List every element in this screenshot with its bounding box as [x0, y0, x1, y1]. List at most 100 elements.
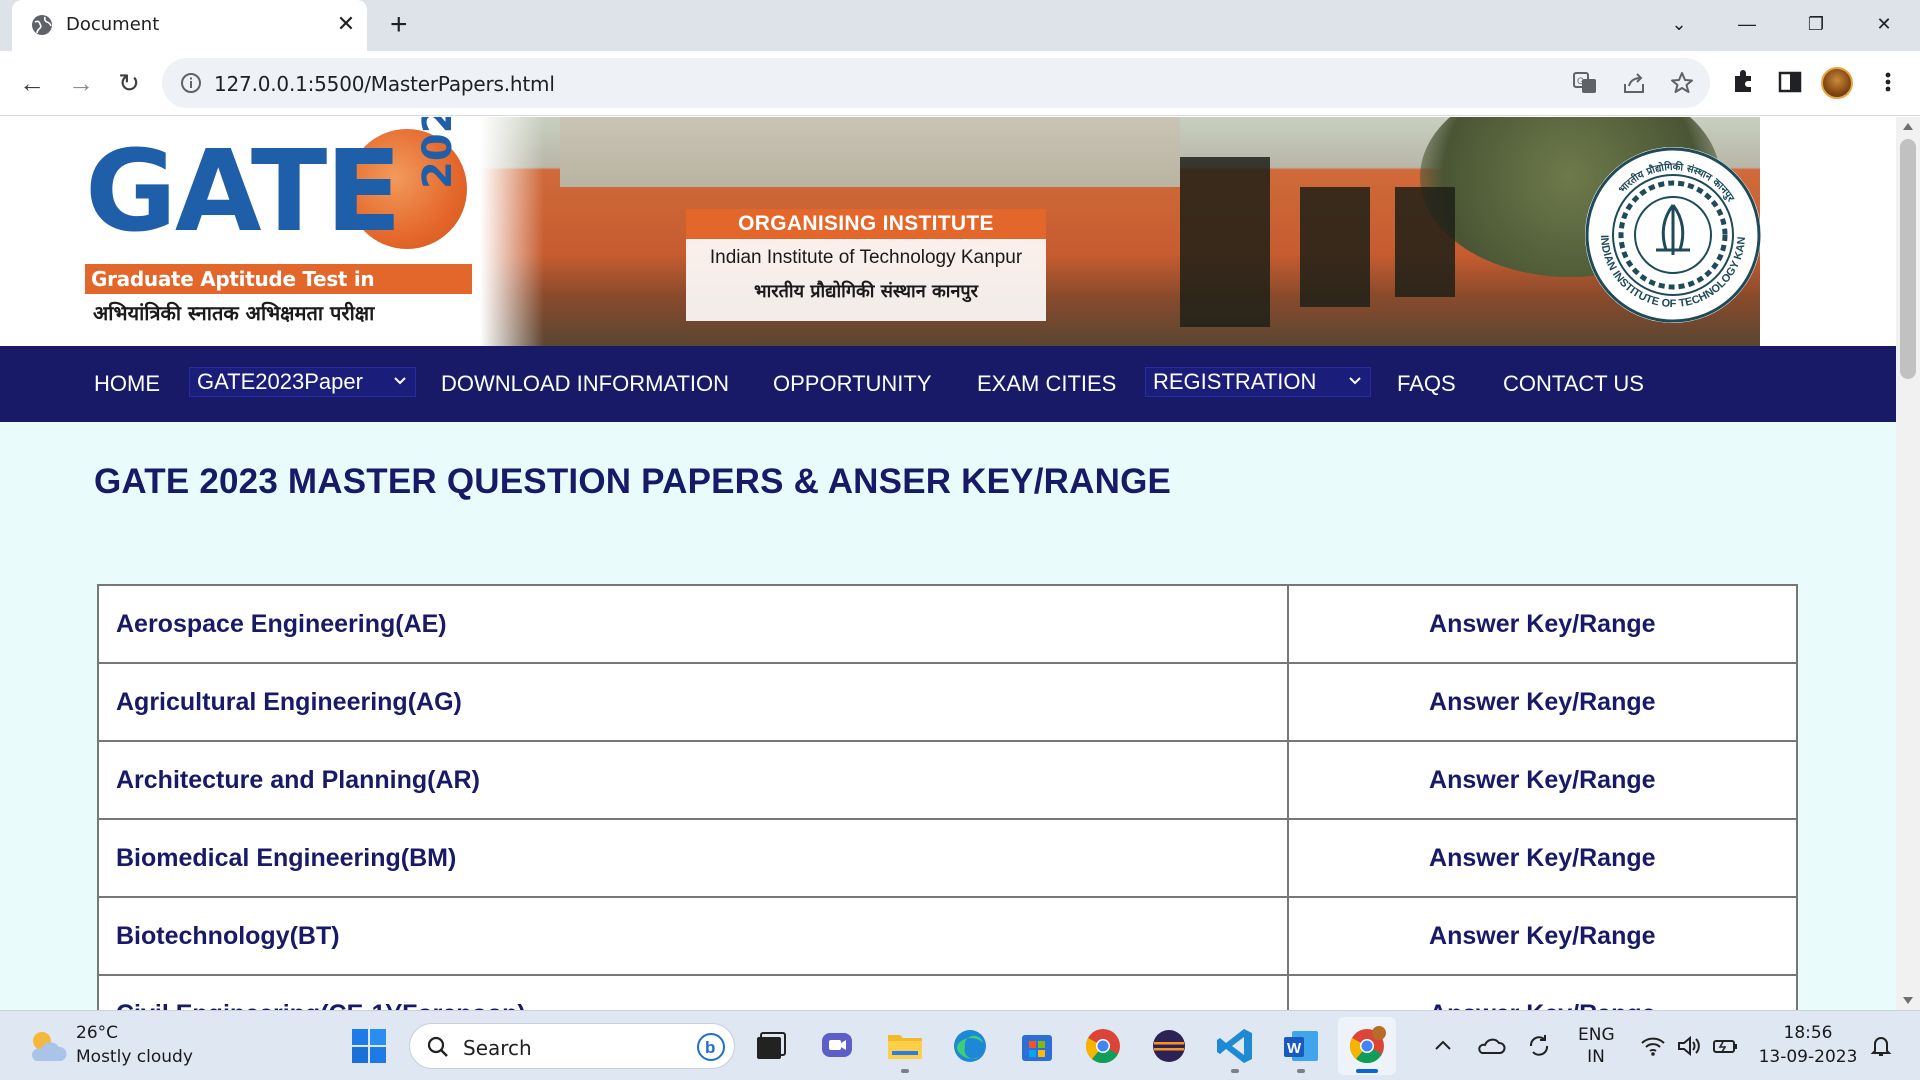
building-window: [1180, 157, 1270, 327]
profile-avatar[interactable]: [1821, 67, 1853, 99]
answer-key-cell: Answer Key/Range: [1286, 896, 1799, 976]
gate-year: 2023: [415, 117, 461, 189]
answer-key-cell: Answer Key/Range: [1286, 584, 1799, 664]
teams-chat-icon[interactable]: [816, 1025, 858, 1067]
language-indicator[interactable]: ENG: [1578, 1025, 1615, 1045]
subject-link[interactable]: Architecture and Planning(AR): [116, 766, 480, 794]
extensions-icon[interactable]: [1729, 67, 1757, 97]
battery-icon[interactable]: [1710, 1031, 1740, 1061]
chevron-up-icon[interactable]: [1428, 1031, 1458, 1061]
vscode-icon[interactable]: [1214, 1025, 1256, 1067]
answer-key-link[interactable]: Answer Key/Range: [1429, 610, 1655, 638]
tab-title: Document: [66, 14, 160, 35]
bookmark-star-icon[interactable]: [1669, 70, 1695, 96]
chrome-icon[interactable]: [1082, 1025, 1124, 1067]
answer-key-cell: Answer Key/Range: [1286, 974, 1799, 1011]
active-indicator: [1356, 1069, 1378, 1073]
weather-description: Mostly cloudy: [76, 1047, 193, 1067]
browser-tab[interactable]: Document ✕: [12, 0, 367, 51]
subject-link[interactable]: Biotechnology(BT): [116, 922, 340, 950]
windows-taskbar: 26°C Mostly cloudy Search b W ENG IN 18:…: [0, 1010, 1920, 1080]
organising-hindi-name: भारतीय प्रौद्योगिकी संस्थान कानपुर: [753, 281, 979, 302]
wifi-icon[interactable]: [1638, 1031, 1668, 1061]
building-roof: [560, 117, 1180, 187]
task-view-icon[interactable]: [749, 1025, 791, 1067]
subject-link[interactable]: Biomedical Engineering(BM): [116, 844, 456, 872]
site-info-icon[interactable]: [180, 72, 202, 94]
search-icon: [427, 1036, 448, 1057]
browser-toolbar: ← → ↻ 127.0.0.1:5500/MasterPapers.html G: [0, 51, 1920, 116]
scroll-up-arrow-icon[interactable]: [1903, 123, 1913, 130]
svg-text:G: G: [1577, 76, 1584, 86]
scroll-down-arrow-icon[interactable]: [1903, 997, 1913, 1004]
nav-faqs[interactable]: FAQS: [1397, 346, 1456, 422]
volume-icon[interactable]: [1674, 1031, 1704, 1061]
subject-link[interactable]: Aerospace Engineering(AE): [116, 610, 447, 638]
onedrive-cloud-icon[interactable]: [1476, 1031, 1506, 1061]
organising-institute-box: ORGANISING INSTITUTE Indian Institute of…: [686, 209, 1046, 321]
close-window-button[interactable]: ✕: [1861, 8, 1907, 40]
url-text[interactable]: 127.0.0.1:5500/MasterPapers.html: [214, 72, 555, 96]
weather-temperature: 26°C: [76, 1023, 119, 1043]
microsoft-store-icon[interactable]: [1016, 1025, 1058, 1067]
nav-papers-dropdown[interactable]: GATE2023Paper: [189, 367, 416, 397]
answer-key-link[interactable]: Answer Key/Range: [1429, 922, 1655, 950]
tab-search-icon[interactable]: ⌄: [1656, 8, 1702, 40]
subject-link[interactable]: Civil Engineering(CE-1)(Forenoon): [116, 1000, 526, 1011]
menu-kebab-icon[interactable]: [1874, 67, 1902, 97]
notification-bell-icon[interactable]: [1866, 1031, 1896, 1061]
tab-close-icon[interactable]: ✕: [334, 12, 358, 36]
nav-home[interactable]: HOME: [94, 346, 160, 422]
nav-registration-label: REGISTRATION: [1153, 369, 1317, 394]
organising-heading: ORGANISING INSTITUTE: [686, 209, 1046, 239]
clock-time[interactable]: 18:56: [1760, 1023, 1856, 1043]
subject-cell: Aerospace Engineering(AE): [97, 584, 1289, 664]
gate-subtitle: Graduate Aptitude Test in Engineering: [85, 264, 472, 321]
file-explorer-icon[interactable]: [884, 1025, 926, 1067]
nav-contact-us[interactable]: CONTACT US: [1503, 346, 1644, 422]
main-nav: HOME GATE2023Paper DOWNLOAD INFORMATION …: [0, 346, 1896, 422]
restore-button[interactable]: ❐: [1793, 8, 1839, 40]
table-row: Agricultural Engineering(AG) Answer Key/…: [97, 662, 1799, 742]
subject-link[interactable]: Agricultural Engineering(AG): [116, 688, 462, 716]
region-indicator[interactable]: IN: [1578, 1047, 1614, 1067]
answer-key-cell: Answer Key/Range: [1286, 740, 1799, 820]
minimize-button[interactable]: —: [1724, 8, 1770, 40]
windows-start-icon[interactable]: [348, 1025, 390, 1067]
chevron-down-icon: [1349, 377, 1361, 385]
reload-button[interactable]: ↻: [111, 65, 147, 101]
edge-browser-icon[interactable]: [949, 1025, 991, 1067]
clock-date[interactable]: 13-09-2023: [1750, 1047, 1866, 1067]
table-row: Biotechnology(BT) Answer Key/Range: [97, 896, 1799, 976]
new-tab-button[interactable]: +: [390, 10, 408, 40]
back-button[interactable]: ←: [14, 65, 50, 101]
chrome-profile-icon[interactable]: [1346, 1025, 1388, 1067]
eclipse-icon[interactable]: [1148, 1025, 1190, 1067]
subject-cell: Biotechnology(BT): [97, 896, 1289, 976]
nav-exam-cities[interactable]: EXAM CITIES: [977, 346, 1116, 422]
bing-icon[interactable]: b: [696, 1032, 726, 1062]
nav-opportunity[interactable]: OPPORTUNITY: [773, 346, 932, 422]
building-window: [1395, 187, 1455, 297]
sync-icon[interactable]: [1524, 1031, 1554, 1061]
running-indicator: [1231, 1069, 1239, 1073]
taskbar-search-box[interactable]: Search b: [409, 1023, 735, 1069]
scroll-thumb[interactable]: [1900, 139, 1916, 379]
side-panel-icon[interactable]: [1776, 67, 1804, 97]
answer-key-link[interactable]: Answer Key/Range: [1429, 688, 1655, 716]
forward-button[interactable]: →: [63, 65, 99, 101]
answer-key-link[interactable]: Answer Key/Range: [1429, 1000, 1655, 1011]
cloudy-weather-icon[interactable]: [26, 1027, 68, 1065]
gate-logo[interactable]: GATE 2023 Graduate Aptitude Test in Engi…: [85, 117, 485, 339]
translate-icon[interactable]: G: [1572, 70, 1598, 96]
nav-download-information[interactable]: DOWNLOAD INFORMATION: [441, 346, 729, 422]
answer-key-link[interactable]: Answer Key/Range: [1429, 766, 1655, 794]
page-scrollbar[interactable]: [1896, 117, 1920, 1010]
page-title: GATE 2023 MASTER QUESTION PAPERS & ANSER…: [94, 462, 1172, 501]
word-icon[interactable]: W: [1280, 1025, 1322, 1067]
share-icon[interactable]: [1621, 70, 1647, 96]
answer-key-link[interactable]: Answer Key/Range: [1429, 844, 1655, 872]
nav-papers-label: GATE2023Paper: [197, 369, 363, 394]
nav-registration-dropdown[interactable]: REGISTRATION: [1145, 367, 1371, 397]
address-bar[interactable]: 127.0.0.1:5500/MasterPapers.html G: [162, 58, 1710, 108]
